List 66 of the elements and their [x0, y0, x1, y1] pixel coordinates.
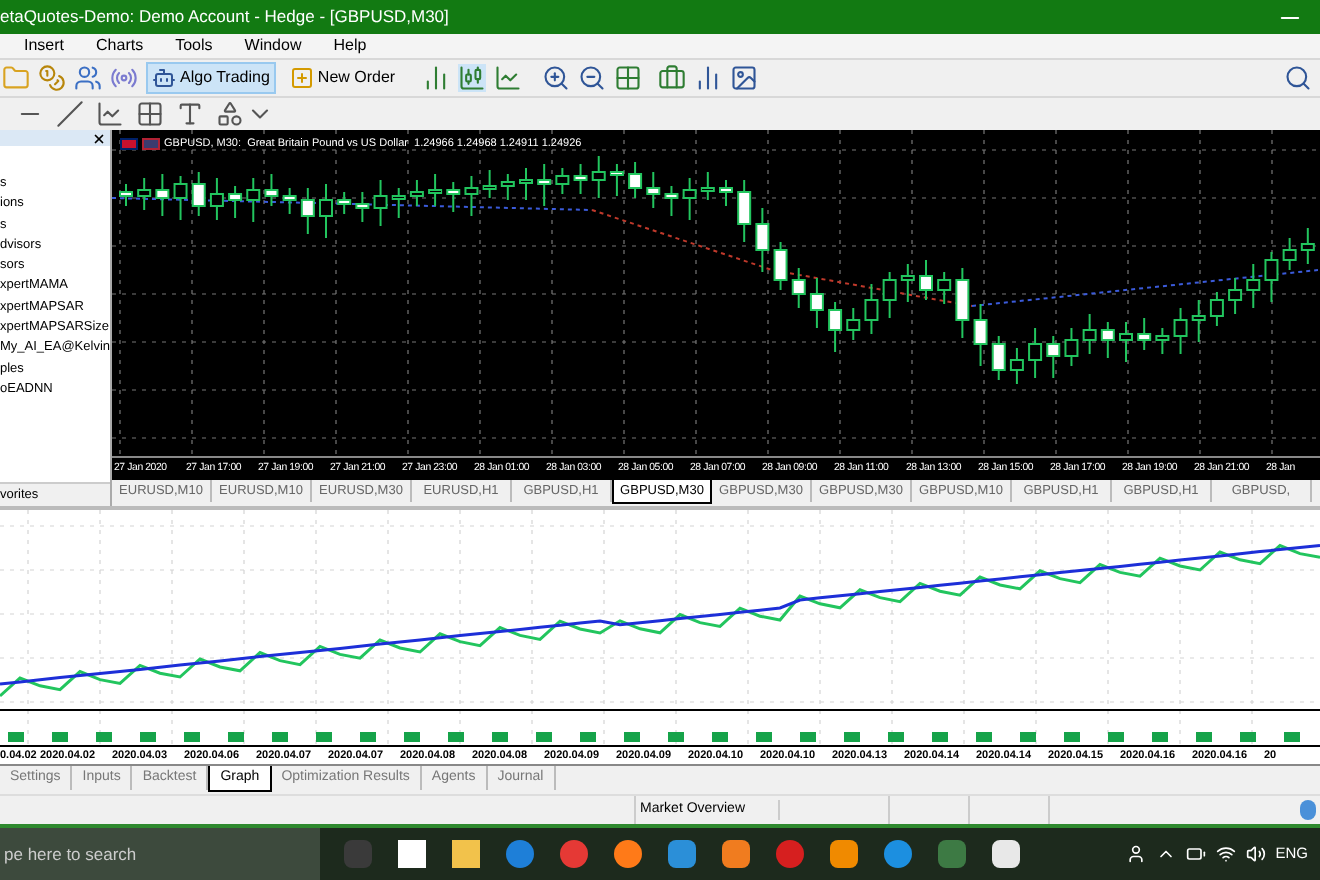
line-chart-icon[interactable]	[493, 64, 522, 92]
shapes-icon[interactable]	[216, 100, 244, 128]
text-icon[interactable]	[176, 100, 204, 128]
app-tile-icon[interactable]	[344, 840, 372, 868]
search-placeholder: pe here to search	[4, 841, 137, 867]
load-bar	[228, 732, 244, 742]
menu-item[interactable]: Insert	[24, 34, 65, 58]
load-bar	[932, 732, 948, 742]
load-bar	[448, 732, 464, 742]
grid-icon[interactable]	[613, 64, 642, 92]
load-bar	[140, 732, 156, 742]
search-icon[interactable]	[1284, 64, 1312, 92]
load-bar	[976, 732, 992, 742]
plus-icon	[289, 66, 314, 90]
load-bar	[1108, 732, 1124, 742]
load-bar	[1020, 732, 1036, 742]
coins-icon[interactable]	[38, 64, 66, 92]
load-bar	[624, 732, 640, 742]
load-bar	[184, 732, 200, 742]
menu-item[interactable]: Charts	[96, 34, 144, 58]
signal-icon[interactable]	[110, 64, 138, 92]
zoom-in-icon[interactable]	[541, 64, 570, 92]
load-bar	[316, 732, 332, 742]
trend-line-icon[interactable]	[56, 100, 84, 128]
load-bar	[668, 732, 684, 742]
load-bar	[844, 732, 860, 742]
load-bar	[756, 732, 772, 742]
algo-trading-button[interactable]: Algo Trading	[146, 62, 276, 94]
load-bar	[536, 732, 552, 742]
load-bar	[8, 732, 24, 742]
window-title: etaQuotes-Demo: Demo Account - Hedge - [GBPUSD,M30]	[0, 4, 449, 30]
shift-icon[interactable]	[693, 64, 722, 92]
battery-icon[interactable]	[1185, 844, 1206, 864]
person-icon[interactable]	[1125, 844, 1146, 864]
load-bar	[1152, 732, 1168, 742]
save-picture-icon[interactable]	[729, 64, 758, 92]
app-tile-icon[interactable]	[722, 840, 750, 868]
load-bar	[1284, 732, 1300, 742]
load-bar	[800, 732, 816, 742]
app-tile-icon[interactable]	[884, 840, 912, 868]
load-bar	[52, 732, 68, 742]
load-bar	[1240, 732, 1256, 742]
load-bar	[888, 732, 904, 742]
new-order-button[interactable]: New Order	[283, 62, 402, 94]
people-icon[interactable]	[74, 64, 102, 92]
menu-item[interactable]: Window	[244, 34, 302, 58]
load-bar	[96, 732, 112, 742]
load-bar	[360, 732, 376, 742]
menu-item[interactable]: Help	[333, 34, 367, 58]
zoom-out-icon[interactable]	[577, 64, 606, 92]
speaker-icon[interactable]	[1245, 844, 1266, 864]
search-field[interactable]: pe here to search	[0, 828, 320, 880]
load-bar	[492, 732, 508, 742]
wifi-icon[interactable]	[1215, 844, 1236, 864]
close-icon[interactable]	[92, 131, 106, 145]
load-bar	[272, 732, 288, 742]
load-bar	[580, 732, 596, 742]
load-bar	[712, 732, 728, 742]
load-bar	[1196, 732, 1212, 742]
load-bar	[404, 732, 420, 742]
bar-chart-icon[interactable]	[421, 64, 450, 92]
candlestick-icon[interactable]	[457, 64, 486, 92]
app-tile-icon[interactable]	[668, 840, 696, 868]
robot-icon	[152, 66, 176, 90]
load-bar	[1064, 732, 1080, 742]
menu-item[interactable]: Tools	[175, 34, 213, 58]
